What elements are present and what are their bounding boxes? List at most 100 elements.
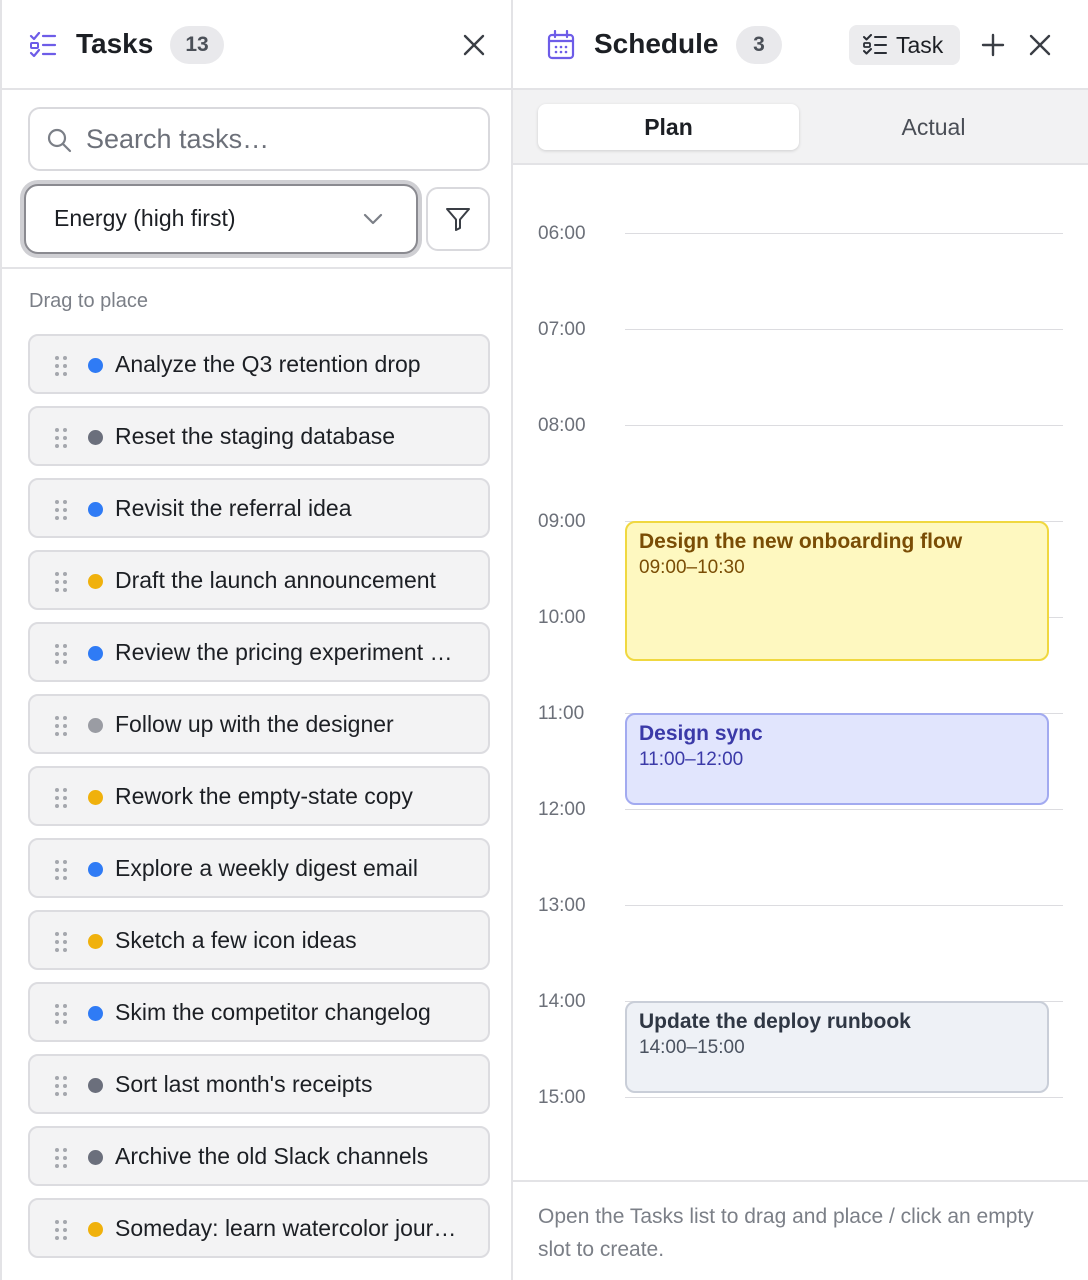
- event-title: Update the deploy runbook: [639, 1010, 911, 1033]
- hour-gridline: [625, 905, 1063, 906]
- drag-hint-label: Drag to place: [29, 290, 148, 312]
- energy-dot: [88, 430, 103, 445]
- hour-label: 13:00: [538, 895, 586, 916]
- search-field[interactable]: [28, 107, 490, 171]
- tab-actual[interactable]: Actual: [803, 104, 1064, 150]
- event-time: 11:00–12:00: [639, 749, 744, 770]
- plan-actual-toggle: Plan Actual: [513, 90, 1088, 165]
- drag-handle-icon[interactable]: [54, 355, 68, 377]
- task-item-label: Analyze the Q3 retention drop: [115, 351, 421, 377]
- task-toggle-button[interactable]: Task: [849, 25, 960, 65]
- checklist-icon: [863, 34, 887, 55]
- calendar-icon: [547, 30, 575, 60]
- task-item-label: Reset the staging database: [115, 423, 396, 449]
- hour-gridline: [625, 1097, 1063, 1098]
- event-time: 14:00–15:00: [639, 1037, 745, 1058]
- hour-label: 09:00: [538, 511, 586, 532]
- drag-handle-icon[interactable]: [54, 787, 68, 809]
- task-item-label: Archive the old Slack channels: [115, 1143, 429, 1169]
- task-item-label: Sketch a few icon ideas: [115, 927, 357, 953]
- task-item[interactable]: Sketch a few icon ideas: [28, 910, 490, 970]
- close-schedule-icon[interactable]: [1027, 32, 1053, 58]
- drag-handle-icon[interactable]: [54, 931, 68, 953]
- drag-handle-icon[interactable]: [54, 1147, 68, 1169]
- schedule-header: Schedule 3 Task: [513, 0, 1088, 90]
- schedule-event[interactable]: Update the deploy runbook 14:00–15:00: [625, 1001, 1049, 1093]
- tasks-header: Tasks 13: [2, 0, 511, 90]
- hour-label: 08:00: [538, 415, 586, 436]
- drag-handle-icon[interactable]: [54, 1075, 68, 1097]
- energy-dot: [88, 1222, 103, 1237]
- drag-handle-icon[interactable]: [54, 571, 68, 593]
- schedule-event[interactable]: Design the new onboarding flow 09:00–10:3…: [625, 521, 1049, 661]
- task-item[interactable]: Draft the launch announcement: [28, 550, 490, 610]
- task-item[interactable]: Archive the old Slack channels: [28, 1126, 490, 1186]
- task-item-label: Rework the empty-state copy: [115, 783, 413, 809]
- energy-dot: [88, 646, 103, 661]
- close-tasks-icon[interactable]: [461, 32, 487, 58]
- event-time: 09:00–10:30: [639, 557, 745, 578]
- tab-plan[interactable]: Plan: [538, 104, 799, 150]
- task-item-label: Follow up with the designer: [115, 711, 394, 737]
- hour-label: 11:00: [538, 703, 585, 724]
- task-item[interactable]: Sort last month's receipts: [28, 1054, 490, 1114]
- task-item[interactable]: Reset the staging database: [28, 406, 490, 466]
- hour-gridline: [625, 809, 1063, 810]
- task-item-label: Sort last month's receipts: [115, 1071, 373, 1097]
- task-item[interactable]: Rework the empty-state copy: [28, 766, 490, 826]
- hour-label: 14:00: [538, 991, 586, 1012]
- hour-label: 06:00: [538, 223, 586, 244]
- plus-icon[interactable]: [980, 32, 1006, 58]
- schedule-event[interactable]: Design sync 11:00–12:00: [625, 713, 1049, 805]
- task-item[interactable]: Review the pricing experiment …: [28, 622, 490, 682]
- schedule-title: Schedule: [594, 28, 719, 59]
- search-input[interactable]: [86, 119, 476, 159]
- drag-handle-icon[interactable]: [54, 715, 68, 737]
- energy-dot: [88, 1006, 103, 1021]
- hour-gridline: [625, 233, 1063, 234]
- task-item-label: Review the pricing experiment …: [115, 639, 453, 665]
- drag-handle-icon[interactable]: [54, 499, 68, 521]
- event-title: Design the new onboarding flow: [639, 530, 963, 553]
- drag-handle-icon[interactable]: [54, 427, 68, 449]
- task-item[interactable]: Revisit the referral idea: [28, 478, 490, 538]
- drag-handle-icon[interactable]: [54, 643, 68, 665]
- schedule-count-badge: 3: [736, 26, 782, 64]
- task-item-label: Explore a weekly digest email: [115, 855, 418, 881]
- task-button-label: Task: [896, 32, 944, 58]
- task-item-label: Revisit the referral idea: [115, 495, 352, 521]
- energy-dot: [88, 502, 103, 517]
- hour-label: 12:00: [538, 799, 586, 820]
- energy-dot: [88, 790, 103, 805]
- energy-dot: [88, 934, 103, 949]
- task-item[interactable]: Someday: learn watercolor jour…: [28, 1198, 490, 1258]
- chevron-down-icon: [363, 213, 383, 225]
- task-item[interactable]: Follow up with the designer: [28, 694, 490, 754]
- task-item-label: Someday: learn watercolor jour…: [115, 1215, 457, 1241]
- drag-handle-icon[interactable]: [54, 1219, 68, 1241]
- hour-gridline: [625, 329, 1063, 330]
- event-title: Design sync: [639, 722, 763, 745]
- filter-icon: [446, 208, 470, 231]
- task-item[interactable]: Skim the competitor changelog: [28, 982, 490, 1042]
- checklist-icon: [29, 32, 57, 58]
- sort-selected-value: Energy (high first): [54, 205, 236, 231]
- energy-dot: [88, 862, 103, 877]
- task-item[interactable]: Explore a weekly digest email: [28, 838, 490, 898]
- energy-dot: [88, 718, 103, 733]
- drag-handle-icon[interactable]: [54, 859, 68, 881]
- energy-dot: [88, 358, 103, 373]
- filter-button[interactable]: [426, 187, 490, 251]
- schedule-panel: Schedule 3 Task Plan Actual 06:00 07:00 08…: [513, 0, 1088, 1280]
- energy-dot: [88, 1078, 103, 1093]
- divider: [2, 267, 511, 269]
- task-item[interactable]: Analyze the Q3 retention drop: [28, 334, 490, 394]
- sort-dropdown[interactable]: Energy (high first): [24, 184, 418, 254]
- timeline[interactable]: 06:00 07:00 08:00 09:00 10:00 11:00 12:00 13:00…: [513, 165, 1088, 1180]
- footer-hint: Open the Tasks list to drag and place / …: [513, 1180, 1088, 1280]
- energy-dot: [88, 1150, 103, 1165]
- drag-handle-icon[interactable]: [54, 1003, 68, 1025]
- hour-label: 07:00: [538, 319, 586, 340]
- tasks-title: Tasks: [76, 28, 154, 59]
- hour-gridline: [625, 425, 1063, 426]
